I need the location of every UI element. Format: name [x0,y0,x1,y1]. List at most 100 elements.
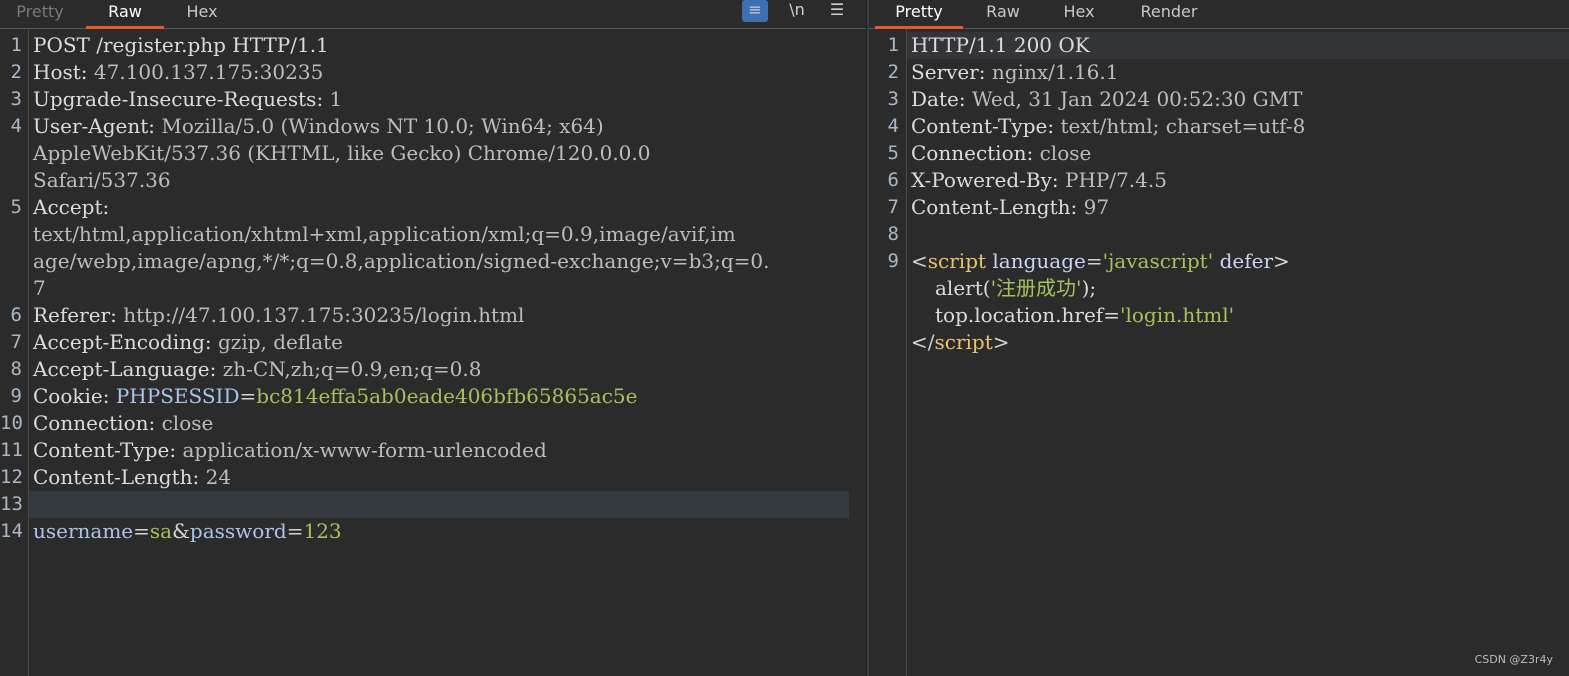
line-number [0,248,22,275]
hamburger-menu-icon[interactable]: ☰ [827,0,847,22]
code-token: Connection: [911,141,1040,165]
line-number: 8 [10,358,22,380]
response-tabbar: Pretty Raw Hex Render [869,0,1569,29]
line-number [869,302,899,329]
code-line: 5 Connection: close [869,140,1569,167]
request-panel: Pretty Raw Hex ≡ \n ☰ 1 POST /register.ph… [0,0,866,676]
code-token: sa [149,519,173,543]
code-token: Content-Type: [911,114,1061,138]
code-token: '注册成功' [990,276,1082,300]
line-number: 5 [10,196,22,218]
code-token: Accept-Language: [33,357,223,381]
code-line: 14 username=sa&password=123 [0,518,866,545]
code-line: 10 Connection: close [0,410,866,437]
code-text: Content-Length: 97 [911,194,1109,221]
tab-hex[interactable]: Hex [1041,0,1117,26]
code-line: alert('注册成功'); [869,275,1569,302]
line-number [0,167,22,194]
request-editor[interactable]: 1 POST /register.php HTTP/1.1 2 Host: 47.10… [0,32,866,545]
code-token: Accept: [33,195,110,219]
code-line: 4 Content-Type: text/html; charset=utf-8 [869,113,1569,140]
tab-pretty[interactable]: Pretty [875,0,963,29]
code-token: Wed, 31 Jan 2024 00:52:30 GMT [971,87,1303,111]
code-token: PHPSESSID [115,384,240,408]
code-token: Accept-Encoding: [33,330,218,354]
code-token: language [986,249,1086,273]
code-line: 12 Content-Length: 24 [0,464,866,491]
line-number: 4 [887,115,899,137]
code-token: POST /register.php HTTP/1.1 [33,33,329,57]
show-newlines-button[interactable]: \n [786,0,808,22]
code-text: 7 [33,275,46,302]
line-number [869,329,899,356]
code-token: = [1085,249,1103,273]
line-number: 12 [0,466,23,488]
tab-hex[interactable]: Hex [164,0,240,26]
request-tabbar: Pretty Raw Hex ≡ \n ☰ [0,0,866,29]
line-number [0,221,22,248]
code-text: Accept: [33,194,109,221]
line-number: 7 [10,331,22,353]
code-token: text/html; charset=utf-8 [1060,114,1306,138]
code-token: = [133,519,150,543]
tab-raw[interactable]: Raw [965,0,1041,26]
code-line: 13 [0,491,866,518]
code-text: username=sa&password=123 [33,518,342,545]
code-token: = [286,519,304,543]
code-token: nginx/1.16.1 [991,60,1119,84]
code-text: Content-Length: 24 [33,464,231,491]
code-line: text/html,application/xhtml+xml,applicat… [0,221,866,248]
code-line: 3 Upgrade-Insecure-Requests: 1 [0,86,866,113]
line-number [869,275,899,302]
line-number: 3 [887,88,899,110]
code-text: Server: nginx/1.16.1 [911,59,1118,86]
code-line: 7 Content-Length: 97 [869,194,1569,221]
line-number: 10 [0,412,23,434]
code-text: Cookie: PHPSESSID=bc814effa5ab0eade406bf… [33,383,637,410]
word-wrap-icon[interactable]: ≡ [742,0,768,22]
line-number: 6 [10,304,22,326]
code-token: Referer: [33,303,124,327]
line-number: 2 [887,61,899,83]
code-text: Upgrade-Insecure-Requests: 1 [33,86,342,113]
tab-render[interactable]: Render [1123,0,1215,26]
code-token: application/x-www-form-urlencoded [182,438,547,462]
code-text: <script language='javascript' defer> [911,248,1290,275]
tab-raw[interactable]: Raw [86,0,164,29]
code-text: Content-Type: text/html; charset=utf-8 [911,113,1305,140]
code-line: age/webp,image/apng,*/*;q=0.8,applicatio… [0,248,866,275]
code-token: Server: [911,60,992,84]
code-text: top.location.href='login.html' [911,302,1234,329]
code-token: script [927,249,987,273]
code-text: Accept-Encoding: gzip, deflate [33,329,343,356]
code-token: HTTP/1.1 200 OK [911,33,1090,57]
code-token: gzip, deflate [217,330,344,354]
response-editor[interactable]: 1 HTTP/1.1 200 OK 2 Server: nginx/1.16.1 3 Da… [869,32,1569,356]
code-token: = [239,384,257,408]
line-number: 2 [10,61,22,83]
code-line: 6 X-Powered-By: PHP/7.4.5 [869,167,1569,194]
line-number: 7 [887,196,899,218]
line-number: 9 [10,385,22,407]
code-token: 1 [329,87,343,111]
code-token: Host: [33,60,94,84]
code-token: Date: [911,87,972,111]
code-line: 1 HTTP/1.1 200 OK [869,32,1569,59]
line-number [0,275,22,302]
code-text: HTTP/1.1 200 OK [911,32,1090,59]
code-line: 3 Date: Wed, 31 Jan 2024 00:52:30 GMT [869,86,1569,113]
code-token: defer [1213,249,1274,273]
line-number: 9 [887,250,899,272]
code-line: Safari/537.36 [0,167,866,194]
line-number: 4 [10,115,22,137]
code-line: 9 <script language='javascript' defer> [869,248,1569,275]
code-token: Content-Length: [33,465,206,489]
code-token: & [172,519,190,543]
line-number: 11 [0,439,23,461]
line-number: 14 [0,520,23,542]
code-token: http://47.100.137.175:30235/login.html [123,303,525,327]
tab-pretty[interactable]: Pretty [0,0,80,26]
code-text: Content-Type: application/x-www-form-url… [33,437,547,464]
code-token: < [911,249,928,273]
code-line: 7 [0,275,866,302]
